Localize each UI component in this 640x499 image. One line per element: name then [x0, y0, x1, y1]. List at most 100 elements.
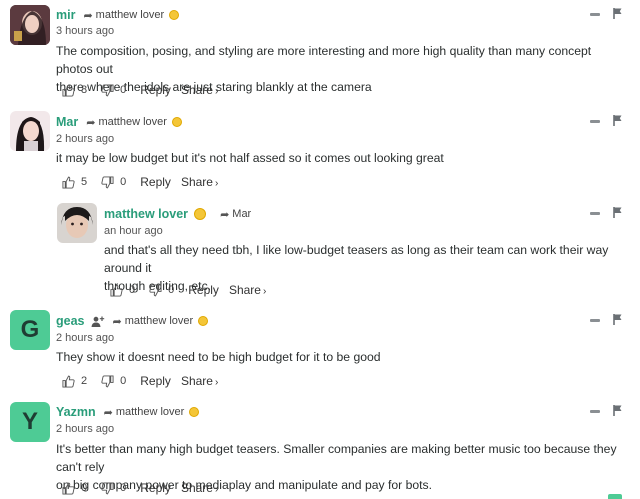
chevron-right-icon: › — [214, 178, 219, 189]
share-label: Share — [180, 175, 213, 189]
badge-icon — [198, 316, 209, 326]
upvote-button[interactable]: 5 — [62, 176, 101, 189]
upvote-count: 2 — [81, 375, 88, 387]
thumbs-down-icon — [101, 481, 114, 494]
reply-arrow-icon: ➦ — [103, 406, 113, 419]
chevron-right-icon: › — [214, 484, 219, 495]
chevron-right-icon: › — [262, 286, 267, 297]
reply-arrow-icon: ➦ — [112, 315, 122, 328]
comment-text: it may be low budget but it's not half a… — [56, 149, 631, 167]
timestamp[interactable]: an hour ago — [104, 225, 163, 237]
share-label: Share — [180, 481, 213, 495]
thumbs-up-icon — [62, 482, 75, 495]
author-name[interactable]: Yazmn — [56, 405, 96, 419]
thumbs-down-icon — [101, 175, 114, 188]
share-label: Share — [180, 374, 213, 388]
thumbs-down-icon — [101, 83, 114, 96]
downvote-button[interactable]: 0 — [149, 283, 188, 297]
share-button[interactable]: Share › — [181, 374, 218, 388]
downvote-count: 0 — [168, 284, 175, 296]
avatar[interactable] — [57, 203, 97, 243]
timestamp[interactable]: 2 hours ago — [56, 332, 114, 344]
avatar[interactable]: G — [10, 310, 50, 350]
comment-line: They show it doesnt need to be high budg… — [56, 350, 381, 364]
downvote-count: 0 — [120, 482, 127, 494]
comment-line: it may be low budget but it's not half a… — [56, 151, 444, 165]
author-name[interactable]: mir — [56, 8, 75, 22]
share-button[interactable]: Share › — [181, 481, 218, 495]
badge-icon — [171, 117, 182, 127]
avatar-letter: G — [20, 316, 40, 343]
downvote-count: 0 — [120, 84, 127, 96]
reply-to-user[interactable]: matthew lover — [116, 406, 184, 418]
reply-to-user[interactable]: matthew lover — [98, 116, 166, 128]
reply-to-user[interactable]: matthew lover — [125, 315, 193, 327]
share-button[interactable]: Share › — [181, 175, 218, 189]
comment-line: and that's all they need tbh, I like low… — [104, 243, 609, 275]
upvote-button[interactable]: 2 — [62, 375, 101, 388]
reply-button[interactable]: Reply — [140, 83, 171, 97]
scroll-indicator — [608, 494, 622, 499]
thumbs-up-icon — [110, 284, 123, 297]
reply-arrow-icon: ➦ — [220, 208, 230, 221]
reply-button[interactable]: Reply — [140, 481, 171, 495]
collapse-icon[interactable] — [590, 212, 600, 215]
timestamp[interactable]: 3 hours ago — [56, 25, 114, 37]
reply-to-user[interactable]: Mar — [232, 208, 251, 220]
reply-button[interactable]: Reply — [188, 283, 219, 297]
author-name[interactable]: geas — [56, 314, 85, 328]
comment-line: The composition, posing, and styling are… — [56, 44, 592, 76]
collapse-icon[interactable] — [590, 319, 600, 322]
add-user-icon[interactable] — [91, 316, 105, 327]
badge-icon — [189, 407, 200, 417]
badge-icon — [194, 208, 207, 220]
comment-line: It's better than many high budget teaser… — [56, 442, 617, 474]
avatar-letter: Y — [21, 408, 38, 435]
chevron-right-icon: › — [214, 86, 219, 97]
upvote-button[interactable]: 0 — [62, 482, 101, 495]
flag-icon[interactable] — [613, 8, 622, 19]
flag-icon[interactable] — [613, 314, 622, 325]
chevron-right-icon: › — [214, 377, 219, 388]
share-button[interactable]: Share › — [181, 83, 218, 97]
badge-icon — [169, 10, 180, 20]
downvote-count: 0 — [120, 375, 127, 387]
reply-button[interactable]: Reply — [140, 374, 171, 388]
flag-icon[interactable] — [613, 207, 622, 218]
avatar[interactable] — [10, 111, 50, 151]
share-button[interactable]: Share › — [229, 283, 266, 297]
author-name[interactable]: matthew lover — [104, 207, 188, 221]
author-name[interactable]: Mar — [56, 115, 78, 129]
downvote-count: 0 — [120, 176, 127, 188]
upvote-button[interactable]: 8 — [62, 84, 101, 97]
avatar[interactable] — [10, 5, 50, 45]
downvote-button[interactable]: 0 — [101, 481, 140, 495]
collapse-icon[interactable] — [590, 120, 600, 123]
thumbs-up-icon — [62, 84, 75, 97]
reply-arrow-icon: ➦ — [83, 9, 93, 22]
flag-icon[interactable] — [613, 405, 622, 416]
upvote-count: 8 — [81, 84, 88, 96]
downvote-button[interactable]: 0 — [101, 374, 140, 388]
timestamp[interactable]: 2 hours ago — [56, 423, 114, 435]
downvote-button[interactable]: 0 — [101, 175, 140, 189]
upvote-count: 0 — [129, 284, 136, 296]
thumbs-down-icon — [149, 283, 162, 296]
flag-icon[interactable] — [613, 115, 622, 126]
downvote-button[interactable]: 0 — [101, 83, 140, 97]
share-label: Share — [180, 83, 213, 97]
timestamp[interactable]: 2 hours ago — [56, 133, 114, 145]
upvote-button[interactable]: 0 — [110, 284, 149, 297]
thumbs-up-icon — [62, 176, 75, 189]
reply-arrow-icon: ➦ — [86, 116, 96, 129]
comment-text: They show it doesnt need to be high budg… — [56, 348, 631, 366]
thumbs-up-icon — [62, 375, 75, 388]
upvote-count: 0 — [81, 482, 88, 494]
reply-button[interactable]: Reply — [140, 175, 171, 189]
collapse-icon[interactable] — [590, 13, 600, 16]
collapse-icon[interactable] — [590, 410, 600, 413]
avatar[interactable]: Y — [10, 402, 50, 442]
upvote-count: 5 — [81, 176, 88, 188]
reply-to-user[interactable]: matthew lover — [96, 9, 164, 21]
thumbs-down-icon — [101, 374, 114, 387]
